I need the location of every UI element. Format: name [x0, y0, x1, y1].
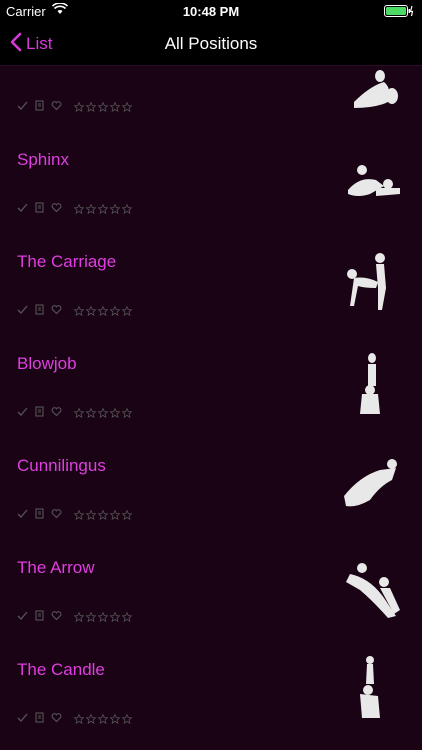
positions-list[interactable]: Sphinx The Carriage Blowjob Cunnilingus …	[0, 66, 422, 750]
check-icon[interactable]	[17, 710, 28, 722]
heart-icon[interactable]	[51, 710, 62, 723]
star-icon[interactable]	[97, 711, 109, 724]
list-item[interactable]: Sphinx	[0, 104, 422, 214]
battery-icon	[384, 5, 414, 20]
position-illustration	[340, 558, 404, 622]
position-title: The Arrow	[17, 558, 95, 577]
star-icon[interactable]	[121, 711, 133, 724]
star-rating[interactable]	[73, 711, 133, 724]
status-time: 10:48 PM	[182, 4, 240, 19]
row-actions	[17, 710, 133, 724]
star-icon[interactable]	[73, 711, 85, 724]
list-item[interactable]: The Arrow	[0, 512, 422, 622]
position-illustration	[340, 456, 404, 520]
star-icon[interactable]	[85, 711, 97, 724]
star-icon[interactable]	[109, 711, 121, 724]
status-bar: Carrier 10:48 PM	[0, 0, 422, 22]
position-title: Blowjob	[17, 354, 77, 373]
position-illustration	[340, 248, 404, 312]
position-illustration	[340, 654, 404, 718]
note-icon[interactable]	[34, 710, 45, 723]
position-title: Cunnilingus	[17, 456, 106, 475]
list-item[interactable]: The Candle	[0, 614, 422, 724]
list-item[interactable]: Blowjob	[0, 308, 422, 418]
position-title: The Carriage	[17, 252, 117, 271]
position-title: The Candle	[17, 660, 105, 679]
position-title: Sphinx	[17, 150, 69, 169]
list-item[interactable]	[0, 66, 422, 112]
position-illustration	[340, 350, 404, 414]
navigation-bar: List All Positions	[0, 22, 422, 66]
page-title: All Positions	[164, 34, 258, 53]
list-item[interactable]: The Carriage	[0, 206, 422, 316]
list-item[interactable]: Cunnilingus	[0, 410, 422, 520]
